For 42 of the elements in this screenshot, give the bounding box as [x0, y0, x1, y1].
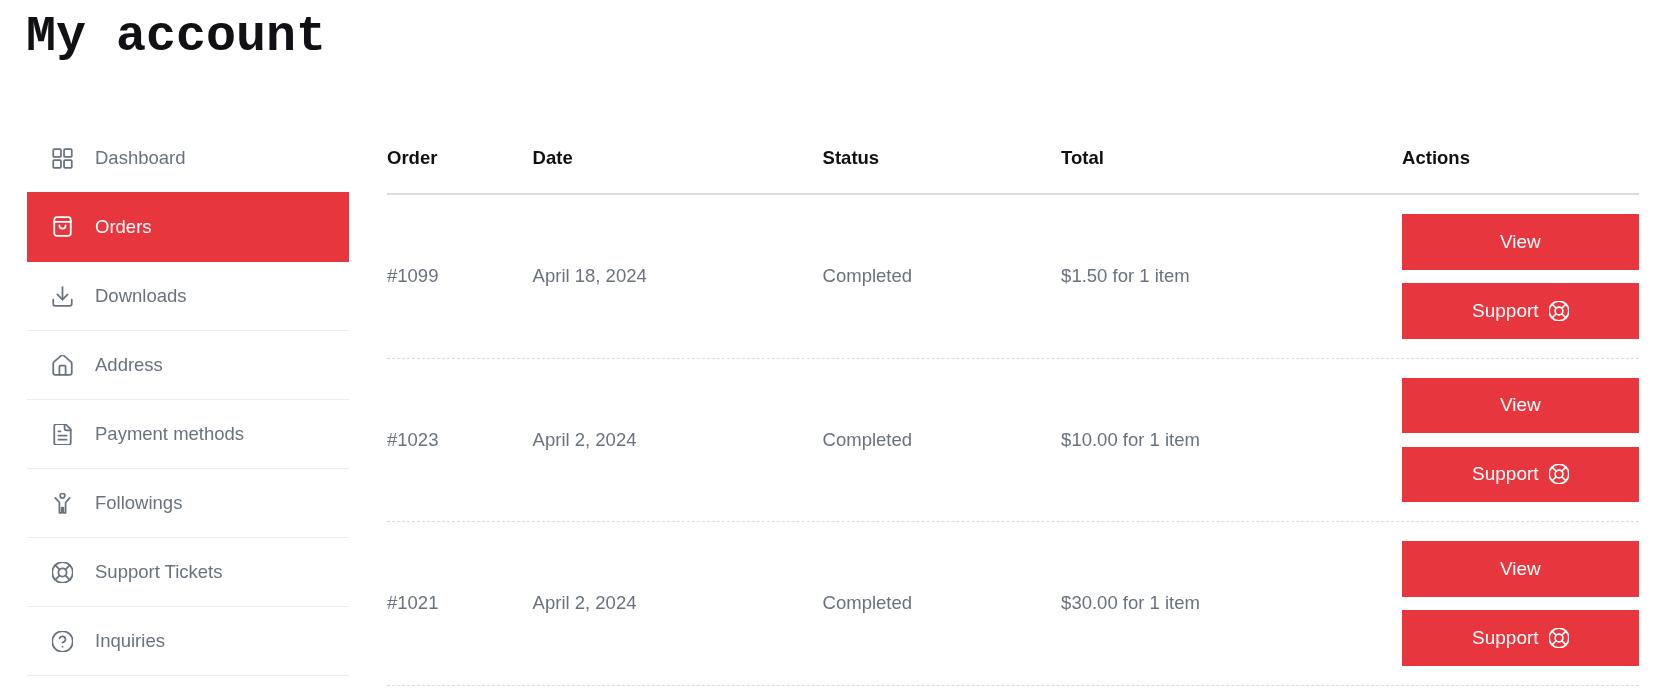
sidebar-item[interactable]: Downloads: [27, 262, 349, 331]
order-number: #1099: [387, 265, 439, 288]
page-title: My account: [26, 7, 327, 67]
view-button[interactable]: View: [1402, 377, 1639, 433]
view-button[interactable]: View: [1402, 541, 1639, 597]
column-heading: Total: [1061, 146, 1104, 169]
sidebar-item[interactable]: Orders: [27, 192, 349, 262]
view-button[interactable]: View: [1402, 214, 1639, 270]
column-heading: Status: [822, 146, 880, 169]
order-number: #1021: [387, 592, 439, 615]
column-heading: Order: [387, 146, 438, 169]
order-total: $30.00 for 1 item: [1061, 592, 1200, 615]
support-button[interactable]: Support: [1402, 446, 1639, 502]
sidebar-item[interactable]: Address: [27, 331, 349, 400]
sidebar-item[interactable]: Followings: [27, 469, 349, 538]
sidebar-item[interactable]: Support Tickets: [27, 538, 349, 607]
person-icon: [52, 492, 73, 514]
order-status: Completed: [822, 592, 913, 615]
life-ring-icon: [52, 561, 73, 583]
order-total: $10.00 for 1 item: [1061, 428, 1200, 451]
grid-icon: [52, 147, 73, 169]
life-ring-icon: [1548, 627, 1569, 648]
life-ring-icon: [1548, 464, 1569, 485]
shopping-bag-icon: [52, 216, 73, 237]
download-icon: [52, 285, 73, 307]
column-heading: Date: [532, 146, 573, 169]
order-status: Completed: [822, 428, 913, 451]
column-heading: Actions: [1402, 146, 1470, 169]
order-date: April 2, 2024: [532, 592, 637, 615]
order-status: Completed: [822, 265, 913, 288]
order-date: April 18, 2024: [532, 265, 647, 288]
house-icon: [52, 354, 73, 376]
support-button[interactable]: Support: [1402, 610, 1639, 666]
document-icon: [52, 423, 73, 445]
order-number: #1023: [387, 428, 439, 451]
sidebar-item[interactable]: Inquiries: [27, 607, 349, 676]
life-ring-icon: [1548, 300, 1569, 321]
order-date: April 2, 2024: [532, 428, 637, 451]
support-button[interactable]: Support: [1402, 283, 1639, 339]
sidebar-item[interactable]: Payment methods: [27, 400, 349, 469]
question-icon: [52, 630, 73, 652]
order-total: $1.50 for 1 item: [1061, 265, 1190, 288]
